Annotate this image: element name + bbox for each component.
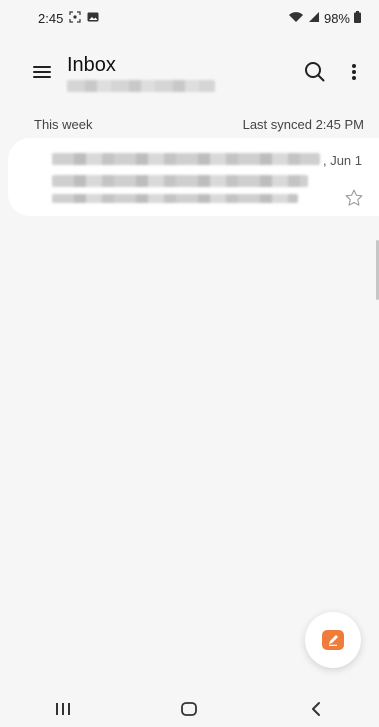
account-email-redacted <box>67 80 215 92</box>
screenshot-icon <box>69 10 81 26</box>
sync-status: Last synced 2:45 PM <box>242 117 364 132</box>
home-button[interactable] <box>169 694 209 724</box>
battery-icon <box>354 10 361 26</box>
email-list-item[interactable]: , Jun 1 <box>8 138 379 216</box>
wifi-icon <box>288 11 304 26</box>
status-left: 2:45 <box>38 11 99 26</box>
subject-redacted <box>52 175 308 187</box>
home-icon <box>181 701 198 716</box>
search-button[interactable] <box>303 60 327 84</box>
recents-icon <box>56 702 71 715</box>
status-bar: 2:45 98% <box>0 0 379 36</box>
search-icon <box>305 62 325 82</box>
star-button[interactable] <box>344 188 364 208</box>
recents-button[interactable] <box>43 694 83 724</box>
back-button[interactable] <box>296 694 336 724</box>
status-right: 98% <box>288 10 361 26</box>
preview-redacted <box>52 194 298 203</box>
star-icon <box>345 189 363 206</box>
back-icon <box>311 701 320 716</box>
gallery-icon <box>87 11 99 26</box>
more-vert-icon <box>352 64 356 80</box>
sender-redacted <box>52 153 320 165</box>
signal-icon <box>308 11 320 26</box>
battery-percent: 98% <box>323 10 350 26</box>
top-app-bar: Inbox <box>0 46 379 102</box>
section-label: This week <box>34 117 93 132</box>
email-date: , Jun 1 <box>322 153 362 168</box>
menu-button[interactable] <box>30 60 54 84</box>
more-options-button[interactable] <box>344 60 364 84</box>
system-nav-bar <box>0 690 379 727</box>
section-header: This week Last synced 2:45 PM <box>34 117 364 132</box>
status-time: 2:45 <box>38 10 64 26</box>
compose-button[interactable] <box>305 612 361 668</box>
page-title: Inbox <box>67 54 116 76</box>
menu-icon <box>33 66 51 78</box>
compose-icon <box>322 630 344 650</box>
